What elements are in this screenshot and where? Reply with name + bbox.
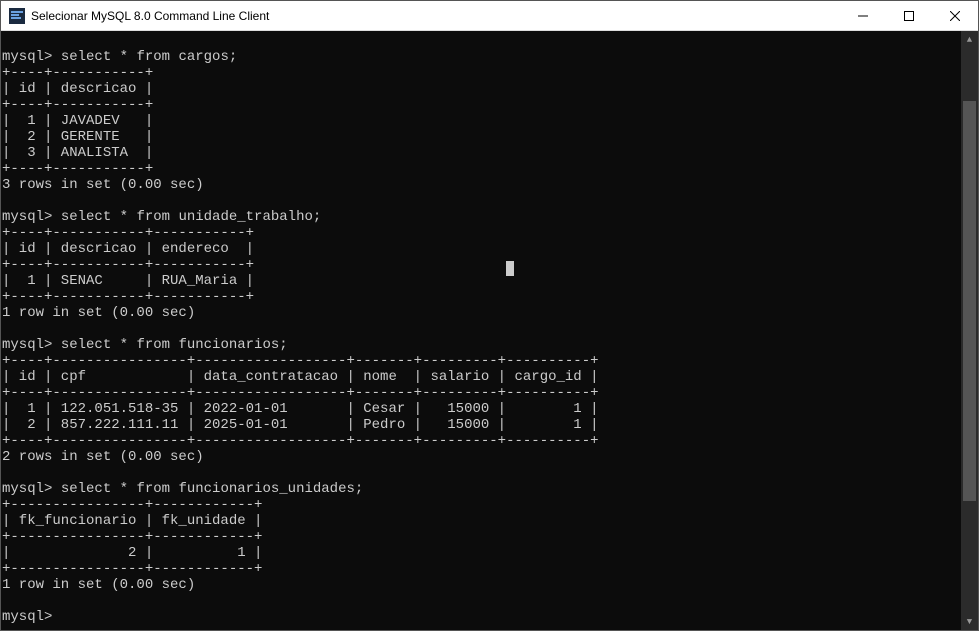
query-func-unidades: select * from funcionarios_unidades; — [61, 481, 363, 497]
window-controls — [840, 1, 978, 30]
terminal-area[interactable]: mysql> select * from cargos; +----+-----… — [1, 31, 978, 630]
table-sep: +----+-----------+ — [2, 65, 153, 81]
table-head: | fk_funcionario | fk_unidade | — [2, 513, 262, 529]
table-sep: +----+-----------+-----------+ — [2, 257, 254, 273]
maximize-button[interactable] — [886, 1, 932, 30]
table-sep: +----+-----------+ — [2, 97, 153, 113]
status-line: 2 rows in set (0.00 sec) — [2, 449, 204, 465]
status-line: 3 rows in set (0.00 sec) — [2, 177, 204, 193]
table-sep: +----+----------------+-----------------… — [2, 433, 599, 449]
table-row: | 2 | 1 | — [2, 545, 262, 561]
prompt: mysql> — [2, 49, 52, 65]
window-titlebar: Selecionar MySQL 8.0 Command Line Client — [1, 1, 978, 31]
app-icon — [9, 8, 25, 24]
table-head: | id | descricao | endereco | — [2, 241, 254, 257]
table-sep: +----+-----------+-----------+ — [2, 225, 254, 241]
prompt: mysql> — [2, 209, 52, 225]
table-sep: +----------------+------------+ — [2, 529, 262, 545]
close-button[interactable] — [932, 1, 978, 30]
scroll-thumb[interactable] — [963, 101, 976, 501]
table-row: | 2 | 857.222.111.11 | 2025-01-01 | Pedr… — [2, 417, 599, 433]
table-sep: +----+----------------+-----------------… — [2, 353, 599, 369]
minimize-button[interactable] — [840, 1, 886, 30]
table-sep: +----------------+------------+ — [2, 561, 262, 577]
query-unidade: select * from unidade_trabalho; — [61, 209, 321, 225]
table-row: | 2 | GERENTE | — [2, 129, 153, 145]
prompt: mysql> — [2, 609, 52, 625]
window-title: Selecionar MySQL 8.0 Command Line Client — [31, 9, 269, 23]
scroll-down-button[interactable]: ▼ — [961, 613, 978, 630]
query-funcionarios: select * from funcionarios; — [61, 337, 288, 353]
table-sep: +----+-----------+ — [2, 161, 153, 177]
table-row: | 3 | ANALISTA | — [2, 145, 153, 161]
table-row: | 1 | SENAC | RUA_Maria | — [2, 273, 254, 289]
table-row: | 1 | 122.051.518-35 | 2022-01-01 | Cesa… — [2, 401, 599, 417]
table-sep: +----+----------------+-----------------… — [2, 385, 599, 401]
terminal-output[interactable]: mysql> select * from cargos; +----+-----… — [1, 31, 961, 630]
vertical-scrollbar[interactable]: ▲ ▼ — [961, 31, 978, 630]
table-sep: +----------------+------------+ — [2, 497, 262, 513]
titlebar-left: Selecionar MySQL 8.0 Command Line Client — [9, 8, 269, 24]
table-sep: +----+-----------+-----------+ — [2, 289, 254, 305]
scroll-up-button[interactable]: ▲ — [961, 31, 978, 48]
text-cursor — [506, 261, 514, 276]
table-row: | 1 | JAVADEV | — [2, 113, 153, 129]
table-head: | id | cpf | data_contratacao | nome | s… — [2, 369, 599, 385]
status-line: 1 row in set (0.00 sec) — [2, 305, 195, 321]
prompt: mysql> — [2, 337, 52, 353]
prompt: mysql> — [2, 481, 52, 497]
status-line: 1 row in set (0.00 sec) — [2, 577, 195, 593]
query-cargos: select * from cargos; — [61, 49, 237, 65]
table-head: | id | descricao | — [2, 81, 153, 97]
